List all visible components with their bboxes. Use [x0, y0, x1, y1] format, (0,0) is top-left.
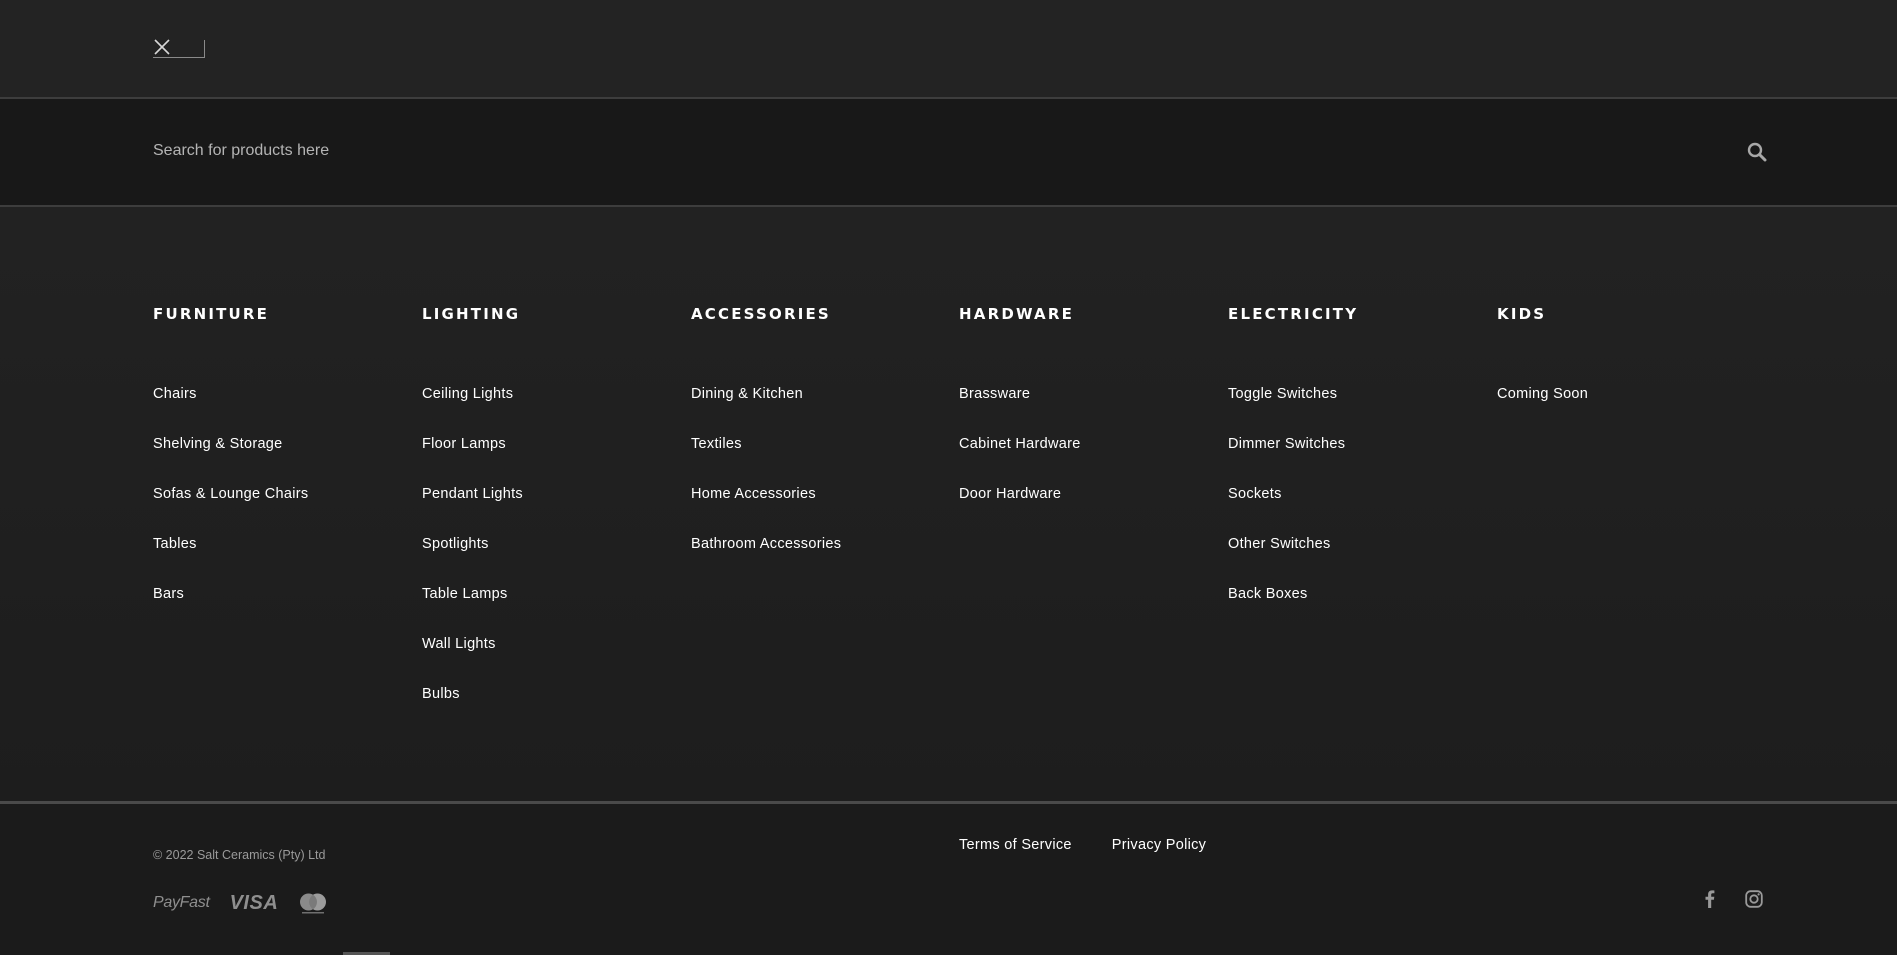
mega-menu: FURNITURE Chairs Shelving & Storage Sofa…	[0, 209, 1897, 801]
menu-column-lighting: LIGHTING Ceiling Lights Floor Lamps Pend…	[422, 304, 682, 734]
terms-of-service-link[interactable]: Terms of Service	[959, 837, 1072, 853]
footer: © 2022 Salt Ceramics (Pty) Ltd PayFast V…	[0, 804, 1897, 955]
column-title[interactable]: LIGHTING	[422, 304, 682, 324]
search-icon[interactable]	[1747, 142, 1767, 162]
menu-header	[0, 0, 1897, 99]
menu-link[interactable]: Sockets	[1228, 484, 1488, 534]
payfast-logo: PayFast	[153, 894, 210, 911]
instagram-icon[interactable]	[1744, 889, 1764, 909]
menu-link[interactable]: Door Hardware	[959, 484, 1219, 534]
facebook-icon[interactable]	[1700, 889, 1720, 909]
menu-link[interactable]: Bulbs	[422, 684, 682, 734]
close-menu-button[interactable]	[153, 39, 205, 58]
menu-link[interactable]: Back Boxes	[1228, 584, 1488, 634]
payment-methods: PayFast VISA	[153, 888, 328, 918]
menu-link[interactable]: Spotlights	[422, 534, 682, 584]
column-title[interactable]: FURNITURE	[153, 304, 413, 324]
menu-link[interactable]: Textiles	[691, 434, 951, 484]
copyright-text: © 2022 Salt Ceramics (Pty) Ltd	[153, 848, 326, 862]
menu-column-accessories: ACCESSORIES Dining & Kitchen Textiles Ho…	[691, 304, 951, 584]
menu-link[interactable]: Bathroom Accessories	[691, 534, 951, 584]
menu-column-hardware: HARDWARE Brassware Cabinet Hardware Door…	[959, 304, 1219, 534]
menu-link[interactable]: Brassware	[959, 384, 1219, 434]
menu-link[interactable]: Other Switches	[1228, 534, 1488, 584]
menu-link[interactable]: Cabinet Hardware	[959, 434, 1219, 484]
privacy-policy-link[interactable]: Privacy Policy	[1112, 837, 1206, 853]
menu-link[interactable]: Home Accessories	[691, 484, 951, 534]
menu-link[interactable]: Toggle Switches	[1228, 384, 1488, 434]
column-title[interactable]: ACCESSORIES	[691, 304, 951, 324]
visa-logo: VISA	[229, 891, 279, 914]
menu-link[interactable]: Dimmer Switches	[1228, 434, 1488, 484]
menu-link[interactable]: Table Lamps	[422, 584, 682, 634]
menu-link[interactable]: Tables	[153, 534, 413, 584]
menu-link[interactable]: Dining & Kitchen	[691, 384, 951, 434]
menu-link[interactable]: Coming Soon	[1497, 384, 1757, 434]
search-bar	[0, 99, 1897, 207]
column-title[interactable]: HARDWARE	[959, 304, 1219, 324]
menu-link[interactable]: Pendant Lights	[422, 484, 682, 534]
menu-column-electricity: ELECTRICITY Toggle Switches Dimmer Switc…	[1228, 304, 1488, 634]
search-input[interactable]	[153, 131, 1713, 171]
column-title[interactable]: ELECTRICITY	[1228, 304, 1488, 324]
menu-link[interactable]: Sofas & Lounge Chairs	[153, 484, 413, 534]
menu-column-kids: KIDS Coming Soon	[1497, 304, 1757, 434]
menu-link[interactable]: Wall Lights	[422, 634, 682, 684]
menu-link[interactable]: Shelving & Storage	[153, 434, 413, 484]
menu-column-furniture: FURNITURE Chairs Shelving & Storage Sofa…	[153, 304, 413, 634]
menu-link[interactable]: Bars	[153, 584, 413, 634]
column-title[interactable]: KIDS	[1497, 304, 1757, 324]
menu-link[interactable]: Ceiling Lights	[422, 384, 682, 434]
menu-link[interactable]: Floor Lamps	[422, 434, 682, 484]
legal-links: Terms of Service Privacy Policy	[959, 837, 1206, 853]
mastercard-icon	[300, 893, 327, 914]
close-icon	[154, 39, 170, 55]
menu-link[interactable]: Chairs	[153, 384, 413, 434]
